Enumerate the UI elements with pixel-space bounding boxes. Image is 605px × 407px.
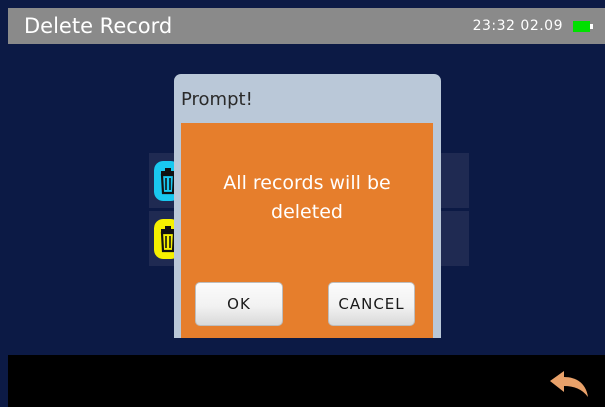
- clock-date: 02.09: [520, 18, 563, 34]
- prompt-dialog: Prompt! All records will be deleted OK C…: [174, 74, 441, 338]
- back-arrow-icon[interactable]: [548, 369, 590, 399]
- bottom-bar: [8, 355, 605, 407]
- page-title: Delete Record: [24, 14, 173, 38]
- title-bar: Delete Record 23:32 02.09: [8, 8, 605, 44]
- ok-button[interactable]: OK: [195, 282, 283, 326]
- clock: 23:32 02.09: [473, 17, 563, 35]
- dialog-body: All records will be deleted OK CANCEL: [181, 123, 433, 338]
- battery-icon: [573, 21, 593, 32]
- cancel-button[interactable]: CANCEL: [328, 282, 415, 326]
- clock-time: 23:32: [472, 18, 516, 34]
- dialog-title: Prompt!: [181, 89, 253, 110]
- dialog-message: All records will be deleted: [223, 172, 391, 223]
